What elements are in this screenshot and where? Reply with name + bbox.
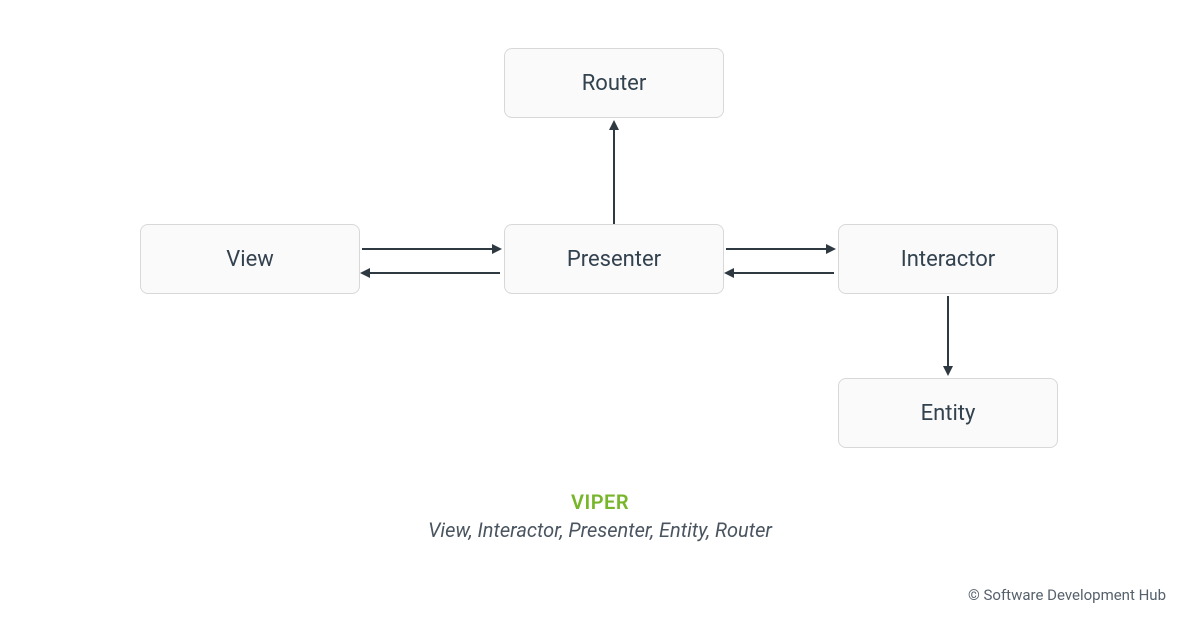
node-interactor-label: Interactor [901,247,996,272]
copyright-text: © Software Development Hub [968,586,1166,604]
node-interactor: Interactor [838,224,1058,294]
caption-title: VIPER [0,490,1200,514]
node-view: View [140,224,360,294]
node-router-label: Router [582,71,647,96]
node-view-label: View [226,247,274,272]
node-entity-label: Entity [921,401,976,426]
node-presenter: Presenter [504,224,724,294]
caption-subtitle: View, Interactor, Presenter, Entity, Rou… [0,518,1200,542]
node-presenter-label: Presenter [567,247,661,272]
node-router: Router [504,48,724,118]
node-entity: Entity [838,378,1058,448]
